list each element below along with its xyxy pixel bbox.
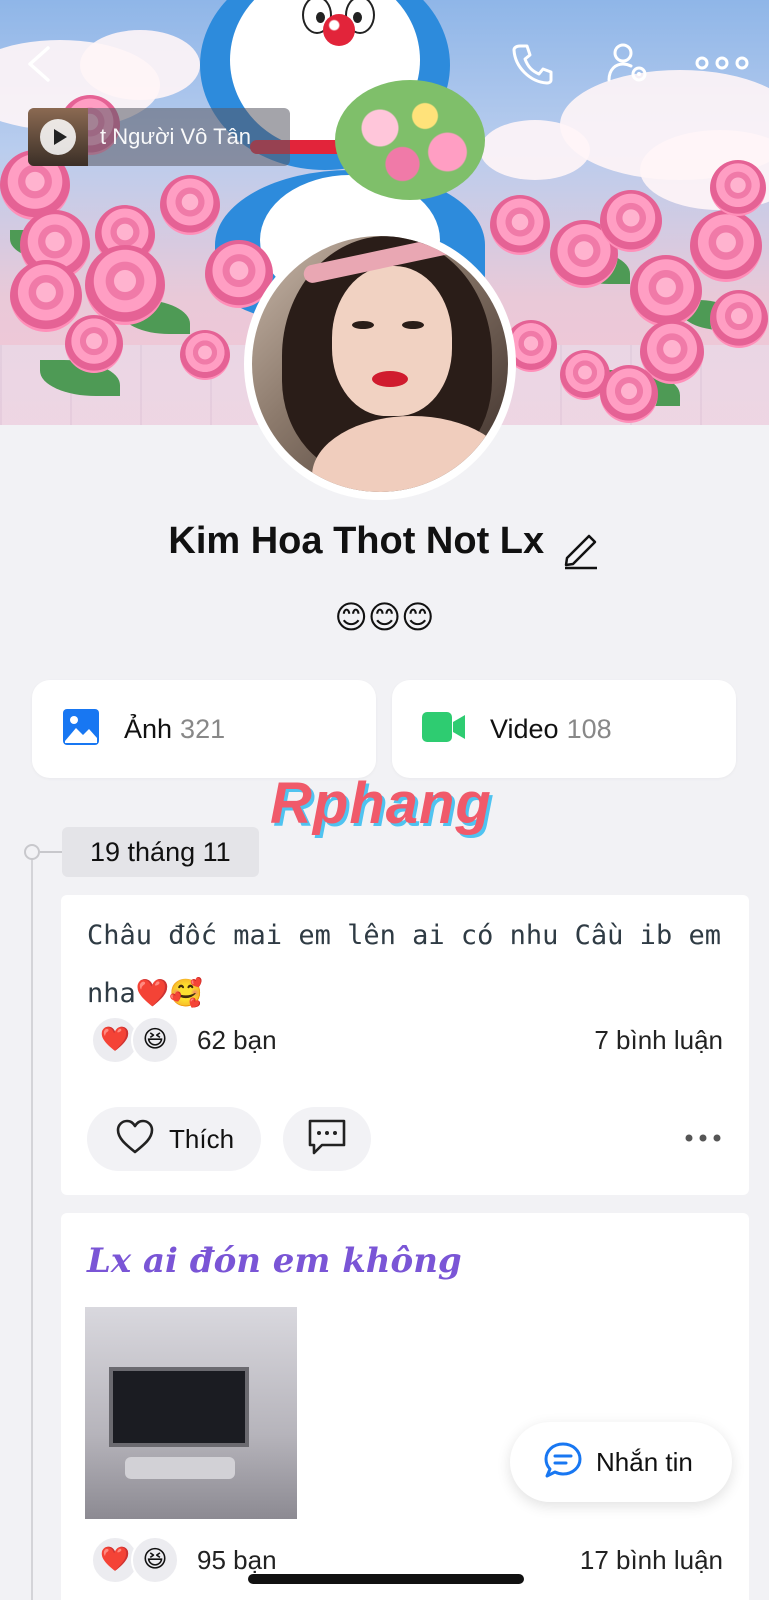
home-indicator[interactable] <box>248 1574 524 1584</box>
timeline-dot <box>24 844 40 860</box>
chat-bubble-icon <box>542 1440 584 1485</box>
post-card[interactable]: Châu đốc mai em lên ai có nhu Cầu ib em … <box>61 895 749 1195</box>
profile-name: Kim Hoa Thot Not Lx <box>168 520 545 562</box>
music-thumbnail <box>28 108 88 166</box>
post-heading: Lx ai đón em không <box>87 1241 462 1281</box>
image-icon <box>62 708 100 751</box>
more-options-icon[interactable] <box>692 40 752 86</box>
profile-name-row: Kim Hoa Thot Not Lx <box>0 520 769 570</box>
video-camera-icon <box>422 710 466 749</box>
post-card[interactable]: Lx ai đón em không ❤️ 😆 95 bạn 17 bình l… <box>61 1213 749 1600</box>
videos-card[interactable]: Video 108 <box>392 680 736 778</box>
like-button[interactable]: Thích <box>87 1107 261 1171</box>
profile-avatar[interactable] <box>244 228 516 500</box>
comment-count[interactable]: 17 bình luận <box>580 1545 723 1576</box>
laugh-reaction-icon: 😆 <box>131 1016 179 1064</box>
photos-label: Ảnh <box>124 713 173 744</box>
reaction-count[interactable]: 62 bạn <box>197 1025 277 1056</box>
music-title: t Người Vô Tân <box>100 124 252 149</box>
videos-count: 108 <box>566 713 612 744</box>
comment-button[interactable] <box>283 1107 371 1171</box>
comment-bubble-icon <box>306 1117 348 1162</box>
back-arrow-icon[interactable] <box>20 40 60 86</box>
photos-count: 321 <box>180 713 226 744</box>
heart-outline-icon <box>115 1119 155 1160</box>
edit-pencil-icon[interactable] <box>561 528 601 570</box>
post-image[interactable] <box>85 1307 297 1519</box>
send-message-label: Nhắn tin <box>596 1446 693 1477</box>
send-message-button[interactable]: Nhắn tin <box>510 1422 732 1502</box>
timeline-connector <box>40 851 62 853</box>
play-icon[interactable] <box>40 119 76 155</box>
photos-card[interactable]: Ảnh 321 <box>32 680 376 778</box>
profile-bio: 😊😊😊 <box>334 599 435 635</box>
like-label: Thích <box>169 1123 235 1154</box>
reaction-count[interactable]: 95 bạn <box>197 1545 277 1576</box>
watermark-logo: Rphang <box>270 771 492 836</box>
videos-label: Video <box>490 713 559 744</box>
post-more-icon[interactable] <box>683 1123 723 1153</box>
post-text: Châu đốc mai em lên ai có nhu Cầu ib em … <box>87 920 721 1009</box>
reaction-summary[interactable]: ❤️ 😆 62 bạn 7 bình luận <box>91 1015 723 1065</box>
friend-settings-icon[interactable] <box>605 40 651 86</box>
profile-music-player[interactable]: t Người Vô Tân <box>28 108 290 166</box>
laugh-reaction-icon: 😆 <box>131 1536 179 1584</box>
timeline-line <box>31 852 33 1600</box>
phone-call-icon[interactable] <box>510 40 556 86</box>
timeline-date: 19 tháng 11 <box>62 827 259 877</box>
comment-count[interactable]: 7 bình luận <box>594 1025 723 1056</box>
